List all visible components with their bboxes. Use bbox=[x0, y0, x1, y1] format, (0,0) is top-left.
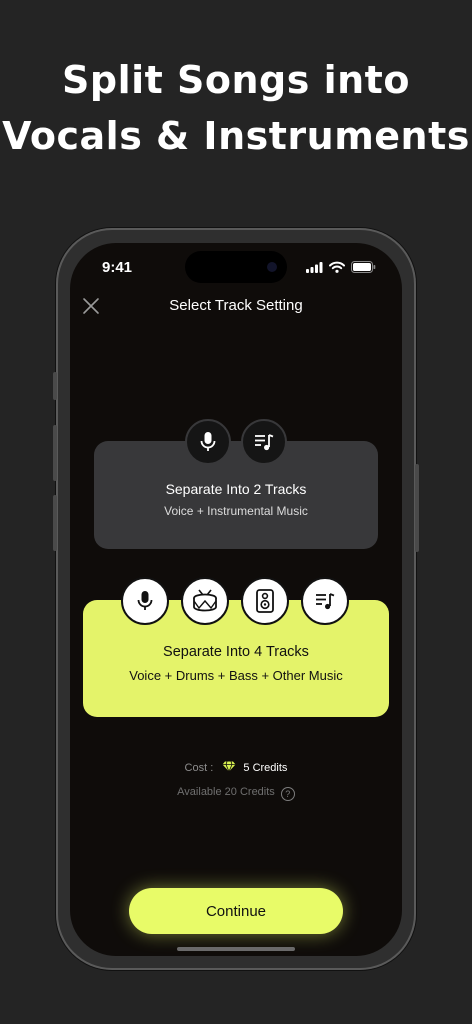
help-icon[interactable]: ? bbox=[280, 787, 295, 801]
page-title: Select Track Setting bbox=[169, 297, 303, 314]
speaker-icon bbox=[241, 577, 289, 625]
music-list-icon bbox=[301, 577, 349, 625]
four-tracks-subtitle: Voice + Drums + Bass + Other Music bbox=[129, 668, 343, 683]
camera-icon bbox=[267, 262, 277, 272]
signal-icon bbox=[306, 261, 323, 273]
cost-value: 5 Credits bbox=[243, 762, 288, 774]
status-icons bbox=[306, 261, 376, 273]
microphone-icon bbox=[121, 577, 169, 625]
phone-side-button bbox=[53, 372, 57, 400]
two-tracks-subtitle: Voice + Instrumental Music bbox=[164, 504, 308, 518]
diamond-icon bbox=[222, 761, 236, 773]
drum-icon bbox=[181, 577, 229, 625]
phone-power-button bbox=[415, 464, 419, 552]
dynamic-island bbox=[185, 251, 287, 283]
home-indicator bbox=[177, 947, 295, 951]
phone-volume-up-button bbox=[53, 425, 57, 481]
battery-icon bbox=[351, 261, 376, 273]
microphone-icon bbox=[185, 419, 231, 465]
cost-label: Cost : bbox=[184, 762, 214, 774]
music-list-icon bbox=[241, 419, 287, 465]
two-tracks-title: Separate Into 2 Tracks bbox=[165, 481, 307, 497]
cost-line: Cost : 5 Credits bbox=[70, 761, 402, 774]
continue-button[interactable]: Continue bbox=[129, 888, 343, 934]
headline-line-1: Split Songs into bbox=[62, 58, 410, 102]
headline-line-2: Vocals & Instruments bbox=[2, 114, 470, 158]
four-tracks-title: Separate Into 4 Tracks bbox=[163, 644, 309, 660]
headline: Split Songs into Vocals & Instruments bbox=[0, 52, 472, 164]
app-screen: 9:41 Select Track Setting Separate Into … bbox=[70, 243, 402, 956]
available-credits-text: Available 20 Credits bbox=[177, 786, 275, 798]
available-credits: Available 20 Credits? bbox=[70, 786, 402, 801]
two-tracks-option[interactable]: Separate Into 2 Tracks Voice + Instrumen… bbox=[94, 441, 378, 549]
wifi-icon bbox=[329, 261, 345, 273]
phone-volume-down-button bbox=[53, 495, 57, 551]
status-time: 9:41 bbox=[102, 259, 133, 276]
